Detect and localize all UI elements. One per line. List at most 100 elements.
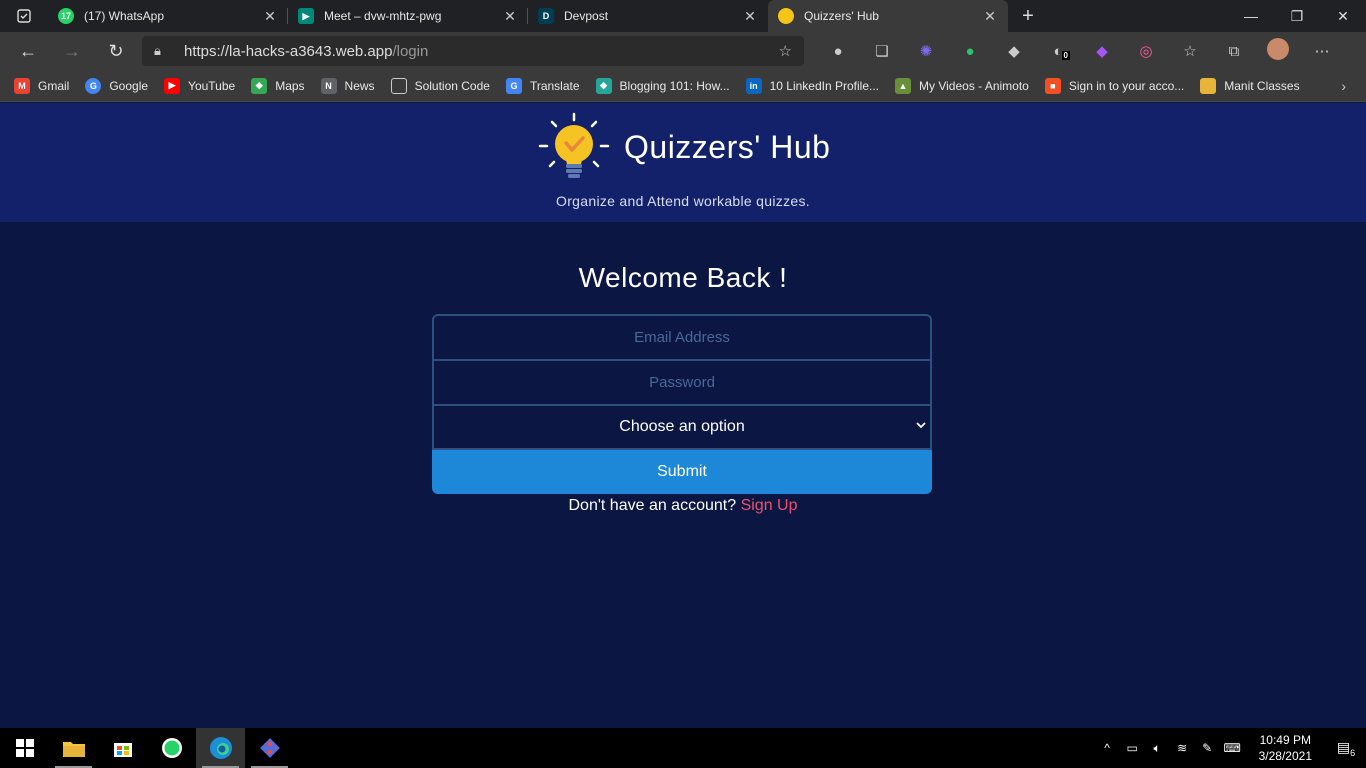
back-icon[interactable]: ← [6, 41, 50, 62]
bookmark-microsoft[interactable]: ■ Sign in to your acco... [1044, 77, 1185, 94]
clock[interactable]: 10:49 PM 3/28/2021 [1259, 732, 1312, 764]
bookmark-news[interactable]: N News [320, 77, 375, 94]
signup-link[interactable]: Sign Up [741, 497, 798, 514]
animoto-icon: ▲ [895, 77, 912, 94]
bookmark-youtube[interactable]: ▶ YouTube [164, 77, 236, 94]
add-favorite-icon[interactable]: ☆ [779, 42, 792, 60]
chevron-right-icon[interactable]: › [1341, 78, 1346, 94]
wifi-icon[interactable]: ≋ [1170, 741, 1195, 755]
bookmark-gmail[interactable]: M Gmail [14, 77, 70, 94]
collections-icon[interactable]: ⧉ [1212, 43, 1256, 60]
password-field[interactable] [432, 359, 932, 406]
url-text[interactable]: https://la-hacks-a3643.web.app/login [184, 43, 779, 60]
role-select[interactable]: Choose an option [432, 404, 932, 450]
restore-icon[interactable]: ❐ [1274, 0, 1320, 32]
bookmark-label: Blogging 101: How... [619, 78, 730, 93]
folder-icon [1200, 77, 1217, 94]
volume-icon[interactable]: 🔈︎ [1145, 741, 1170, 756]
bookmark-blogging[interactable]: ◆ Blogging 101: How... [595, 77, 730, 94]
bookmark-translate[interactable]: G Translate [505, 77, 580, 94]
profile-avatar[interactable] [1256, 38, 1300, 64]
windows-start-icon[interactable] [0, 728, 49, 768]
extension-badge: 0 [1061, 50, 1070, 60]
clock-time: 10:49 PM [1259, 733, 1311, 747]
address-bar[interactable]: 🔒︎ https://la-hacks-a3643.web.app/login … [142, 36, 804, 66]
translate-icon: G [505, 77, 522, 94]
pen-icon[interactable]: ✎ [1195, 741, 1220, 755]
brand-title: Quizzers' Hub [624, 129, 831, 165]
tab-bar: 17 (17) WhatsApp ✕ ▶ Meet – dvw-mhtz-pwg… [0, 0, 1366, 32]
more-menu-icon[interactable]: ⋯ [1300, 42, 1344, 60]
favorites-icon[interactable]: ☆ [1168, 42, 1212, 60]
chevron-down-icon [916, 418, 926, 432]
file-explorer-icon[interactable] [49, 728, 98, 768]
chevron-up-icon[interactable]: ^ [1095, 741, 1120, 755]
mouse-extension-icon[interactable]: ● [816, 43, 860, 60]
devpost-icon: D [538, 8, 554, 24]
bookmark-linkedin[interactable]: in 10 LinkedIn Profile... [745, 77, 879, 94]
new-tab-button[interactable]: + [1008, 0, 1048, 32]
system-tray: ^ ▭ 🔈︎ ≋ ✎ ⌨ 10:49 PM 3/28/2021 ▤6 [1095, 732, 1366, 764]
whatsapp-taskbar-icon[interactable] [147, 728, 196, 768]
close-window-icon[interactable]: ✕ [1320, 0, 1366, 32]
close-tab-icon[interactable]: ✕ [742, 8, 758, 25]
tab-meet[interactable]: ▶ Meet – dvw-mhtz-pwg ✕ [288, 0, 528, 32]
tagline: Organize and Attend workable quizzes. [556, 193, 810, 209]
bookmark-label: Translate [529, 78, 580, 93]
lightbulb-logo-icon [538, 112, 610, 178]
snowflake-extension-icon[interactable]: ✺ [904, 42, 948, 60]
edge-browser-icon[interactable] [196, 728, 245, 768]
bookmark-label: Gmail [38, 78, 70, 93]
tab-title: Quizzers' Hub [804, 9, 879, 23]
close-tab-icon[interactable]: ✕ [502, 8, 518, 25]
tab-devpost[interactable]: D Devpost ✕ [528, 0, 768, 32]
tab-quizzers-hub[interactable]: Quizzers' Hub ✕ [768, 0, 1008, 32]
url-path: /login [392, 42, 429, 60]
copy-extension-icon[interactable]: ❏ [860, 42, 904, 60]
maps-icon: ◆ [251, 77, 268, 94]
bookmark-google[interactable]: G Google [85, 77, 149, 94]
url-host: https://la-hacks-a3643.web.app [184, 42, 393, 60]
tab-whatsapp[interactable]: 17 (17) WhatsApp ✕ [48, 0, 288, 32]
battery-icon[interactable]: ▭ [1120, 741, 1145, 755]
bookmark-manit-classes[interactable]: Manit Classes [1200, 77, 1300, 94]
bookmarks-bar: M Gmail G Google ▶ YouTube ◆ Maps N News Solu… [0, 70, 1366, 102]
blog-icon: ◆ [595, 77, 612, 94]
close-tab-icon[interactable]: ✕ [982, 8, 998, 25]
taskbar: ^ ▭ 🔈︎ ≋ ✎ ⌨ 10:49 PM 3/28/2021 ▤6 [0, 728, 1366, 768]
youtube-icon: ▶ [164, 77, 181, 94]
git-icon[interactable] [245, 728, 294, 768]
keyboard-icon[interactable]: ⌨ [1220, 741, 1245, 755]
refresh-icon[interactable]: ↻ [94, 41, 138, 62]
tab-actions-icon[interactable] [0, 0, 48, 32]
lock-icon: 🔒︎ [154, 43, 161, 58]
submit-button[interactable]: Submit [432, 450, 932, 494]
bookmark-label: YouTube [188, 78, 236, 93]
forward-icon[interactable]: → [50, 41, 94, 62]
bookmark-animoto[interactable]: ▲ My Videos - Animoto [895, 77, 1029, 94]
python-extension-icon[interactable]: ◐ 0 [1036, 43, 1080, 60]
email-field[interactable] [432, 314, 932, 361]
lightbulb-icon [778, 8, 794, 24]
gem-extension-icon[interactable]: ◆ [1080, 42, 1124, 60]
extensions-area: ● ❏ ✺ ● ◆ ◐ 0 ◆ ◎ ☆ ⧉ ⋯ [816, 38, 1344, 64]
microsoft-icon: ■ [1044, 77, 1061, 94]
puzzle-extension-icon[interactable]: ◆ [992, 42, 1036, 60]
store-icon[interactable] [98, 728, 147, 768]
tab-title: (17) WhatsApp [84, 9, 165, 23]
bookmark-solution-code[interactable]: Solution Code [390, 77, 490, 94]
bookmark-maps[interactable]: ◆ Maps [251, 77, 305, 94]
minimize-icon[interactable]: — [1228, 0, 1274, 32]
bookmark-label: Sign in to your acco... [1068, 78, 1185, 93]
bookmark-label: Google [109, 78, 149, 93]
color-wheel-extension-icon[interactable]: ◎ [1124, 42, 1168, 60]
tab-title: Meet – dvw-mhtz-pwg [324, 9, 442, 23]
login-form: Choose an option Submit [432, 314, 932, 494]
bookmark-label: My Videos - Animoto [919, 78, 1029, 93]
select-value: Choose an option [619, 418, 745, 435]
notification-center-icon[interactable]: ▤6 [1326, 739, 1366, 758]
bookmark-label: Maps [275, 78, 305, 93]
chat-extension-icon[interactable]: ● [948, 43, 992, 60]
linkedin-icon: in [745, 77, 762, 94]
close-tab-icon[interactable]: ✕ [262, 8, 278, 25]
